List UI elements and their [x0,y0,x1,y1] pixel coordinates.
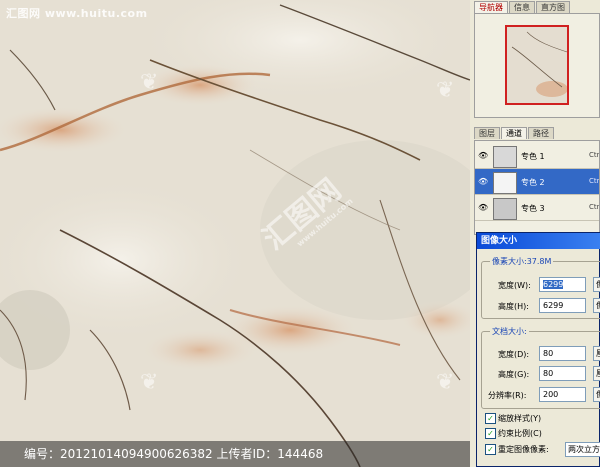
doc-height-label: 高度(G): [498,370,530,379]
watermark-mark-2: ❦ [436,78,455,103]
checkmark-icon: ✓ [485,413,496,424]
tab-navigator[interactable]: 导航器 [474,1,508,13]
width-label: 宽度(W): [498,281,531,290]
document-size-group: 文档大小: 宽度(D): 80 厘 高度(G): 80 厘 分辨率(R): 20… [481,326,600,409]
dialog-title: 图像大小 [481,236,518,246]
doc-width-unit-select[interactable]: 厘 [593,346,600,361]
channel-shortcut: Ctrl+ [589,203,600,211]
width-input[interactable]: 6299 [539,277,586,292]
height-label: 高度(H): [498,302,529,311]
watermark-bottom-text: 编号：20121014094900626382 上传者ID：144468 [24,447,324,461]
width-unit-select[interactable]: 像 [593,277,600,292]
image-size-dialog: 图像大小 像素大小:37.8M 宽度(W): 6299 像 高度(H): 629… [476,232,600,467]
navigator-preview [507,27,567,103]
channel-name: 专色 1 [521,152,545,161]
doc-width-label: 宽度(D): [498,350,530,359]
watermark-top: 汇图网 www.huitu.com [6,7,148,20]
channel-thumbnail [493,146,517,168]
scale-styles-label: 缩放样式(Y) [498,414,542,423]
watermark-mark-3: ❦ [140,370,159,395]
channel-row-selected[interactable]: 👁 专色 2 Ctrl+ [475,169,600,195]
channel-name: 专色 3 [521,204,545,213]
doc-height-input[interactable]: 80 [539,366,586,381]
channels-panel: 👁 专色 1 Ctrl+ 👁 专色 2 Ctrl+ 👁 专色 3 Ctrl+ [474,140,600,235]
height-input[interactable]: 6299 [539,298,586,313]
constrain-label: 约束比例(C) [498,429,542,438]
watermark-bottom-bar: 编号：20121014094900626382 上传者ID：144468 [0,441,470,467]
channel-row[interactable]: 👁 专色 1 Ctrl+ [475,143,600,169]
doc-width-input[interactable]: 80 [539,346,586,361]
watermark-mark-1: ❦ [140,70,159,95]
dialog-titlebar[interactable]: 图像大小 [477,233,600,249]
tab-layers[interactable]: 图层 [474,127,500,139]
resolution-input[interactable]: 200 [539,387,586,402]
channel-thumbnail [493,172,517,194]
resolution-label: 分辨率(R): [488,391,527,400]
resolution-unit-select[interactable]: 像 [593,387,600,402]
channel-thumbnail [493,198,517,220]
document-canvas[interactable]: 汇图网 www.huitu.com 汇图网 www.huitu.com ❦ ❦ … [0,0,470,467]
document-size-label: 文档大小: [490,326,529,337]
tab-channels[interactable]: 通道 [501,127,527,139]
checkmark-icon: ✓ [485,428,496,439]
resample-method-select[interactable]: 两次立方 [565,442,600,457]
resample-label: 重定图像像素: [498,445,549,454]
scale-styles-checkbox[interactable]: ✓ 缩放样式(Y) [485,413,541,424]
channel-row[interactable]: 👁 专色 3 Ctrl+ [475,195,600,221]
doc-height-unit-select[interactable]: 厘 [593,366,600,381]
pixel-size-group: 像素大小:37.8M 宽度(W): 6299 像 高度(H): 6299 像 [481,256,600,319]
eye-icon[interactable]: 👁 [478,178,488,186]
height-unit-select[interactable]: 像 [593,298,600,313]
tab-paths[interactable]: 路径 [528,127,554,139]
layers-tabs: 图层 通道 路径 [474,127,600,140]
channel-shortcut: Ctrl+ [589,177,600,185]
tab-histogram[interactable]: 直方图 [536,1,570,13]
eye-icon[interactable]: 👁 [478,204,488,212]
navigator-panel [474,13,600,118]
checkmark-icon: ✓ [485,444,496,455]
watermark-mark-4: ❦ [436,370,455,395]
channel-name: 专色 2 [521,178,545,187]
navigator-view-box[interactable] [505,25,569,105]
pixel-size-label: 像素大小:37.8M [490,256,554,267]
marble-texture [0,0,470,467]
constrain-checkbox[interactable]: ✓ 约束比例(C) [485,428,542,439]
eye-icon[interactable]: 👁 [478,152,488,160]
resample-checkbox[interactable]: ✓ 重定图像像素: [485,444,549,455]
tab-info[interactable]: 信息 [509,1,535,13]
channel-shortcut: Ctrl+ [589,151,600,159]
